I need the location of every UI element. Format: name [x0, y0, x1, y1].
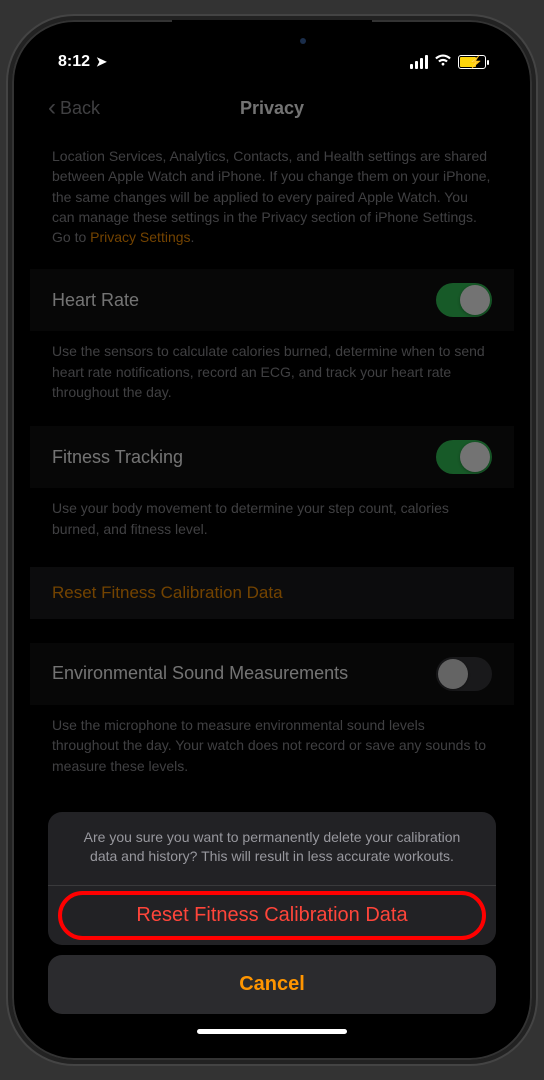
reset-calibration-label: Reset Fitness Calibration Data	[52, 583, 283, 602]
reset-calibration-row[interactable]: Reset Fitness Calibration Data	[30, 567, 514, 619]
back-button[interactable]: ‹ Back	[48, 96, 100, 120]
fitness-tracking-row: Fitness Tracking	[30, 426, 514, 488]
cancel-button[interactable]: Cancel	[48, 955, 496, 1014]
back-label: Back	[60, 98, 100, 119]
fitness-tracking-toggle[interactable]	[436, 440, 492, 474]
fitness-tracking-description: Use your body movement to determine your…	[30, 488, 514, 563]
privacy-settings-link[interactable]: Privacy Settings	[90, 229, 190, 245]
heart-rate-description: Use the sensors to calculate calories bu…	[30, 331, 514, 426]
screen: 8:12 ➤ ⚡ ‹ Back Privacy	[30, 38, 514, 1042]
cancel-group: Cancel	[48, 955, 496, 1014]
battery-icon: ⚡	[458, 55, 486, 69]
action-sheet-message: Are you sure you want to permanently del…	[48, 812, 496, 886]
cellular-signal-icon	[410, 55, 428, 69]
environmental-sound-row: Environmental Sound Measurements	[30, 643, 514, 705]
intro-description: Location Services, Analytics, Contacts, …	[30, 138, 514, 269]
heart-rate-label: Heart Rate	[52, 290, 139, 311]
home-indicator[interactable]	[197, 1029, 347, 1034]
wifi-icon	[434, 53, 452, 72]
phone-frame: 8:12 ➤ ⚡ ‹ Back Privacy	[12, 20, 532, 1060]
front-camera-dot	[300, 38, 306, 44]
environmental-sound-label: Environmental Sound Measurements	[52, 663, 348, 684]
fitness-tracking-label: Fitness Tracking	[52, 447, 183, 468]
content-area[interactable]: Location Services, Analytics, Contacts, …	[30, 138, 514, 876]
reset-calibration-confirm-button[interactable]: Reset Fitness Calibration Data	[48, 886, 496, 945]
heart-rate-toggle[interactable]	[436, 283, 492, 317]
navigation-bar: ‹ Back Privacy	[30, 86, 514, 138]
environmental-sound-description: Use the microphone to measure environmen…	[30, 705, 514, 800]
status-right: ⚡	[410, 53, 486, 72]
page-title: Privacy	[240, 98, 304, 119]
chevron-left-icon: ‹	[48, 96, 56, 120]
heart-rate-row: Heart Rate	[30, 269, 514, 331]
time-label: 8:12	[58, 53, 90, 71]
action-sheet: Are you sure you want to permanently del…	[48, 812, 496, 1014]
notch	[172, 20, 372, 50]
action-sheet-group: Are you sure you want to permanently del…	[48, 812, 496, 945]
environmental-sound-toggle[interactable]	[436, 657, 492, 691]
status-left: 8:12 ➤	[58, 53, 107, 71]
location-services-icon: ➤	[96, 54, 107, 70]
